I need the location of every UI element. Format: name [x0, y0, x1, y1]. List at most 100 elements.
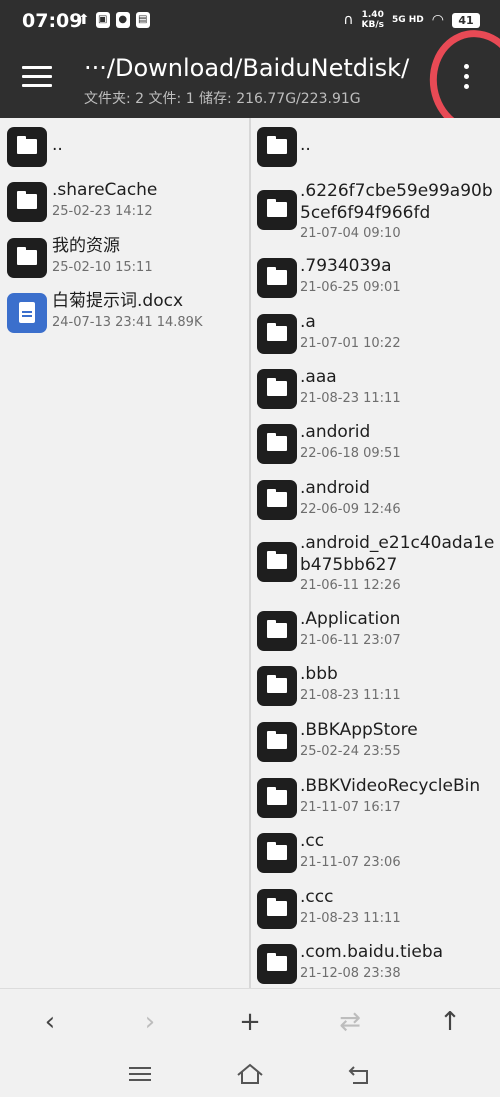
list-item[interactable]: .com.baidu.tieba 21-12-08 23:38 [251, 940, 500, 988]
list-item[interactable]: .a 21-07-01 10:22 [251, 310, 500, 360]
item-meta: 25-02-23 14:12 [52, 204, 153, 219]
bottom-toolbar: ‹ › + ⇄ ↑ [0, 988, 500, 1053]
list-item[interactable]: .BBKVideoRecycleBin 21-11-07 16:17 [251, 774, 500, 824]
folder-icon [257, 778, 297, 818]
item-name: .. [52, 135, 63, 155]
item-name: .a [300, 312, 316, 332]
item-meta: 21-11-07 23:06 [300, 855, 401, 870]
item-name: .android [300, 478, 370, 498]
current-path[interactable]: ···/Download/BaiduNetdisk/ [84, 54, 409, 82]
item-meta: 21-08-23 11:11 [300, 391, 401, 406]
item-name: .cc [300, 831, 325, 851]
item-meta: 25-02-10 15:11 [52, 260, 153, 275]
network-speed: 1.40 KB/s [362, 10, 384, 30]
forward-icon[interactable]: › [135, 1007, 165, 1037]
item-meta: 22-06-09 12:46 [300, 502, 401, 517]
list-item[interactable]: 我的资源 25-02-10 15:11 [0, 234, 250, 284]
item-meta: 21-06-11 12:26 [300, 578, 401, 593]
add-icon[interactable]: + [235, 1007, 265, 1037]
system-nav-bar [0, 1052, 500, 1097]
item-meta: 24-07-13 23:41 14.89K [52, 315, 203, 330]
list-item-parent[interactable]: .. [0, 124, 250, 170]
item-name: .6226f7cbe59e99a90b5cef6f94f966fd [300, 181, 493, 223]
folder-icon [257, 889, 297, 929]
item-name: .aaa [300, 367, 337, 387]
app-icon: ▣ [95, 12, 110, 28]
app-icon: ▤ [135, 12, 150, 28]
folder-icon [257, 833, 297, 873]
item-name: .shareCache [52, 180, 158, 200]
list-item[interactable]: .android_e21c40ada1eb475bb627 21-06-11 1… [251, 532, 500, 594]
status-bar: 07:09 ⬆ ▣ ● ▤ ∩ 1.40 KB/s 5G HD ◠ 41 [0, 0, 500, 44]
folder-icon [257, 542, 297, 582]
folder-icon [257, 480, 297, 520]
folder-icon [257, 611, 297, 651]
item-name: .Application [300, 609, 401, 629]
item-meta: 22-06-18 09:51 [300, 446, 401, 461]
folder-icon [257, 666, 297, 706]
item-meta: 21-08-23 11:11 [300, 911, 401, 926]
menu-icon[interactable] [22, 66, 52, 90]
item-name: 白菊提示词.docx [52, 291, 184, 311]
list-item-parent[interactable]: .. [251, 124, 500, 170]
folder-icon [257, 190, 297, 230]
item-name: .. [300, 135, 311, 155]
back-icon[interactable]: ‹ [35, 1007, 65, 1037]
item-meta: 21-07-01 10:22 [300, 336, 401, 351]
folder-icon [257, 722, 297, 762]
list-item[interactable]: .andorid 22-06-18 09:51 [251, 420, 500, 470]
item-name: .bbb [300, 664, 338, 684]
swap-panes-icon[interactable]: ⇄ [335, 1007, 365, 1037]
folder-icon [257, 314, 297, 354]
path-info: 文件夹: 2 文件: 1 储存: 216.77G/223.91G [84, 91, 361, 107]
folder-icon [257, 424, 297, 464]
list-item[interactable]: .Application 21-06-11 23:07 [251, 607, 500, 657]
folder-icon [257, 369, 297, 409]
folder-icon [7, 127, 47, 167]
item-name: .com.baidu.tieba [300, 942, 444, 962]
list-item[interactable]: .cc 21-11-07 23:06 [251, 829, 500, 879]
item-meta: 21-07-04 09:10 [300, 226, 401, 241]
item-meta: 25-02-24 23:55 [300, 744, 401, 759]
list-item[interactable]: .ccc 21-08-23 11:11 [251, 885, 500, 935]
folder-icon [7, 182, 47, 222]
home-icon[interactable] [235, 1062, 265, 1086]
recents-menu-icon[interactable] [125, 1062, 155, 1086]
app-bar: ···/Download/BaiduNetdisk/ 文件夹: 2 文件: 1 … [0, 44, 500, 118]
wifi-icon: ◠ [431, 12, 444, 28]
left-pane[interactable]: .. .shareCache 25-02-23 14:12 我的资源 25-02… [0, 118, 250, 988]
item-meta: 21-11-07 16:17 [300, 800, 401, 815]
item-meta: 21-12-08 23:38 [300, 966, 401, 981]
back-nav-icon[interactable] [345, 1062, 375, 1086]
qq-icon: ● [115, 12, 130, 28]
item-meta: 21-08-23 11:11 [300, 688, 401, 703]
item-meta: 21-06-11 23:07 [300, 633, 401, 648]
list-item[interactable]: .android 22-06-09 12:46 [251, 476, 500, 526]
signal-icon: 5G HD [391, 15, 424, 25]
list-item[interactable]: .bbb 21-08-23 11:11 [251, 662, 500, 712]
headset-icon: ∩ [343, 12, 354, 28]
folder-icon [257, 127, 297, 167]
item-name: .BBKVideoRecycleBin [300, 776, 481, 796]
item-name: .andorid [300, 422, 371, 442]
right-pane[interactable]: .. .6226f7cbe59e99a90b5cef6f94f966fd 21-… [251, 118, 500, 988]
document-icon [7, 293, 47, 333]
item-name: .BBKAppStore [300, 720, 418, 740]
folder-icon [257, 944, 297, 984]
status-time: 07:09 [22, 10, 83, 32]
status-right: ∩ 1.40 KB/s 5G HD ◠ 41 [343, 10, 480, 30]
upload-icon: ⬆ [78, 12, 90, 28]
folder-icon [7, 238, 47, 278]
list-item[interactable]: .shareCache 25-02-23 14:12 [0, 178, 250, 228]
item-name: 我的资源 [52, 236, 120, 256]
speed-unit: KB/s [361, 20, 384, 30]
list-item[interactable]: .7934039a 21-06-25 09:01 [251, 254, 500, 304]
list-item[interactable]: .6226f7cbe59e99a90b5cef6f94f966fd 21-07-… [251, 180, 500, 242]
up-directory-icon[interactable]: ↑ [435, 1007, 465, 1037]
list-item[interactable]: 白菊提示词.docx 24-07-13 23:41 14.89K [0, 289, 250, 339]
list-item[interactable]: .BBKAppStore 25-02-24 23:55 [251, 718, 500, 768]
battery-icon: 41 [452, 12, 480, 28]
list-item[interactable]: .aaa 21-08-23 11:11 [251, 365, 500, 415]
item-name: .ccc [300, 887, 334, 907]
notification-icons: ⬆ ▣ ● ▤ [78, 12, 150, 28]
